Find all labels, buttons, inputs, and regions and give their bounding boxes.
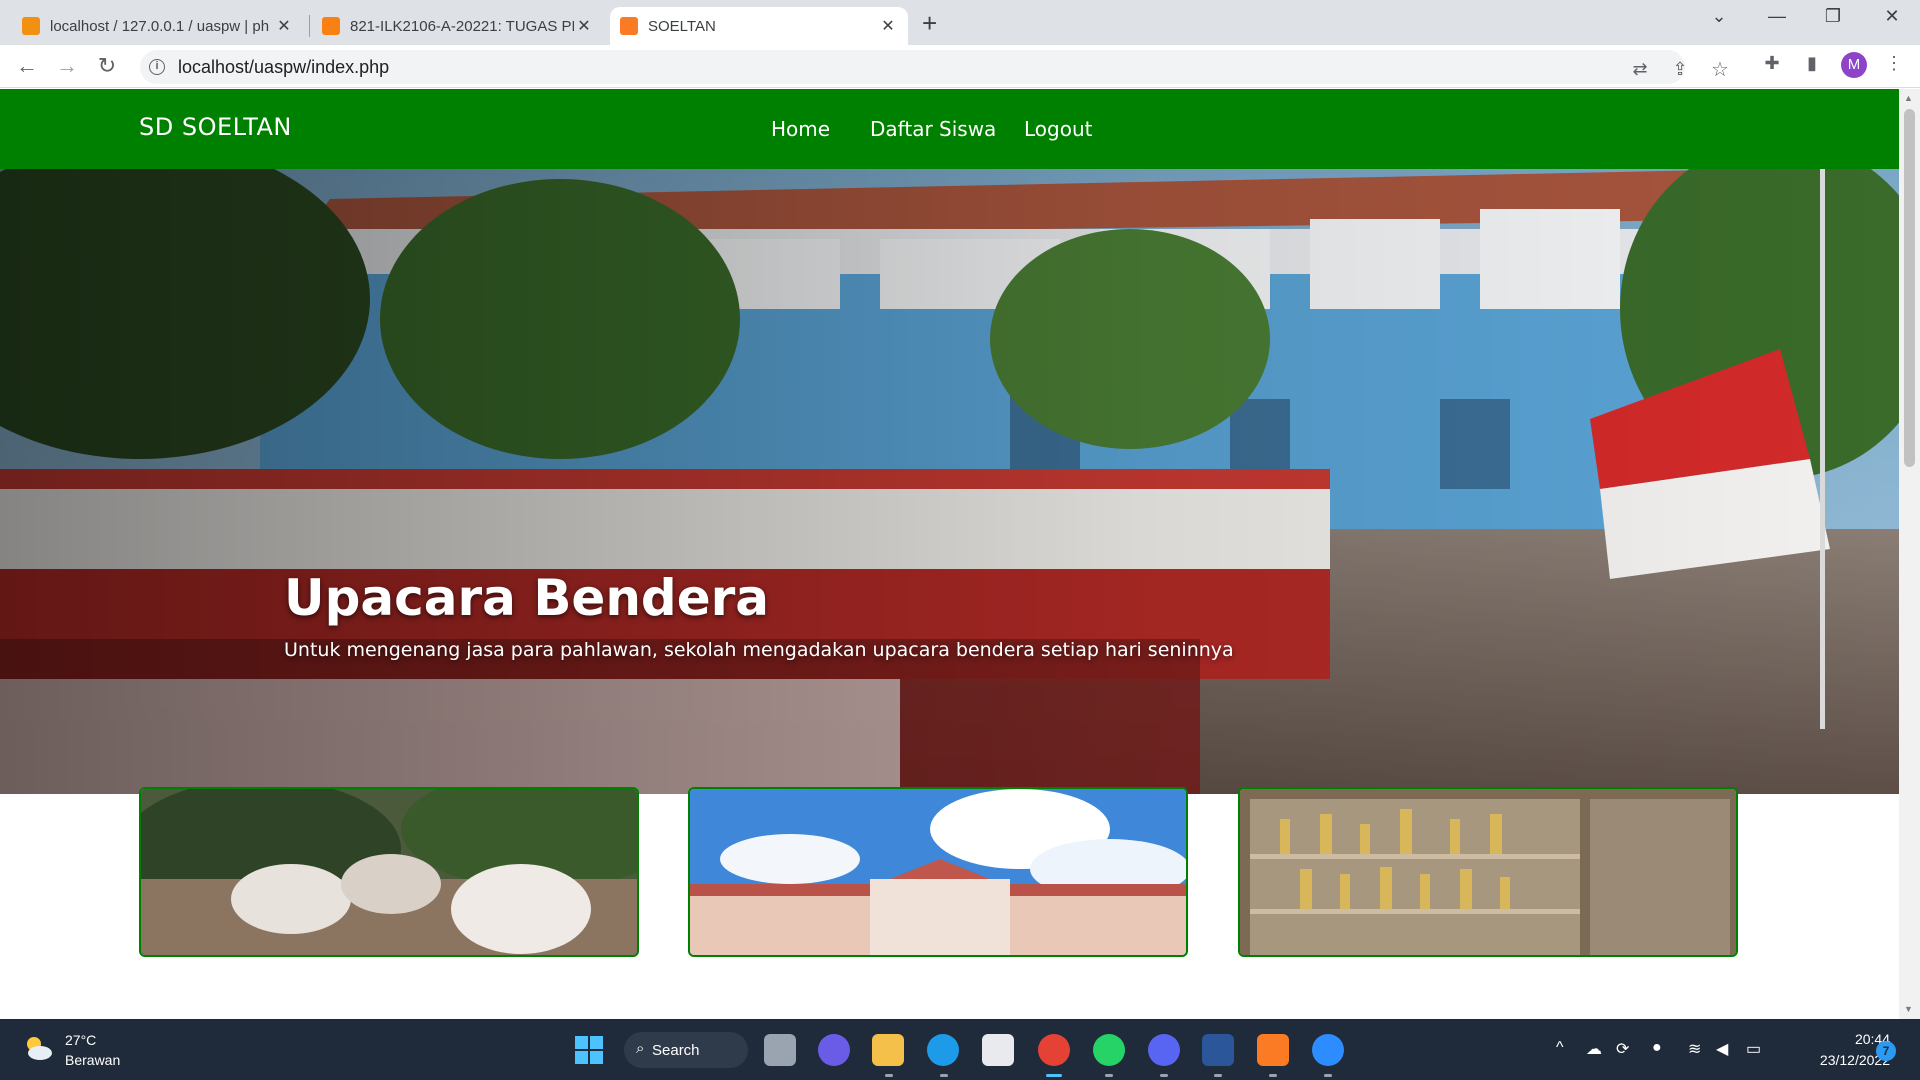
nav-daftar-siswa[interactable]: Daftar Siswa <box>870 117 996 141</box>
url-text: localhost/uaspw/index.php <box>178 56 390 77</box>
nav-logout[interactable]: Logout <box>1024 117 1092 141</box>
tab-soeltan[interactable]: SOELTAN ✕ <box>610 7 908 45</box>
site-brand[interactable]: SD SOELTAN <box>139 113 292 141</box>
hero-carousel: Upacara Bendera Untuk mengenang jasa par… <box>0 169 1899 794</box>
sidepanel-icon[interactable]: ▮ <box>1800 53 1824 74</box>
whatsapp-icon[interactable] <box>1093 1034 1125 1066</box>
new-tab-button[interactable]: + <box>922 8 937 39</box>
edge-icon[interactable] <box>927 1034 959 1066</box>
microphone-icon[interactable]: ● <box>1652 1039 1662 1057</box>
phpmyadmin-icon <box>22 17 40 35</box>
hero-subtitle: Untuk mengenang jasa para pahlawan, seko… <box>284 639 1234 661</box>
tab-moodle[interactable]: 821-ILK2106-A-20221: TUGAS PE ✕ <box>312 7 604 45</box>
battery-icon[interactable]: ▭ <box>1746 1039 1761 1059</box>
volume-icon[interactable]: ◀ <box>1716 1039 1728 1059</box>
file-explorer-icon[interactable] <box>872 1034 904 1066</box>
tab-phpmyadmin[interactable]: localhost / 127.0.0.1 / uaspw | ph ✕ <box>12 7 304 45</box>
onedrive-icon[interactable]: ☁ <box>1586 1039 1602 1059</box>
forward-button[interactable]: → <box>54 53 80 79</box>
weather-temp[interactable]: 27°C <box>65 1032 96 1048</box>
card-image-kegiatan[interactable] <box>139 787 639 957</box>
hero-photo <box>0 169 1899 794</box>
card-image-gedung[interactable] <box>688 787 1188 957</box>
sync-icon[interactable]: ⟳ <box>1616 1039 1629 1059</box>
browser-tabstrip: localhost / 127.0.0.1 / uaspw | ph ✕ 821… <box>0 0 1920 45</box>
cloud-sun-icon[interactable] <box>22 1034 54 1062</box>
translate-icon[interactable]: ⇄ <box>1628 59 1652 80</box>
kebab-menu-icon[interactable]: ⋮ <box>1882 53 1906 74</box>
hero-caption: Upacara Bendera Untuk mengenang jasa par… <box>284 569 1234 661</box>
discord-icon[interactable] <box>1148 1034 1180 1066</box>
back-button[interactable]: ← <box>14 53 40 79</box>
close-window-icon[interactable]: ✕ <box>1877 6 1907 27</box>
store-icon[interactable] <box>982 1034 1014 1066</box>
site-info-icon[interactable]: i <box>149 59 165 75</box>
site-navbar: SD SOELTAN Home Daftar Siswa Logout <box>0 89 1899 169</box>
scrollbar-thumb[interactable] <box>1904 109 1915 467</box>
tab-search-icon[interactable]: ⌄ <box>1704 6 1734 27</box>
restore-icon[interactable]: ❐ <box>1818 6 1848 27</box>
close-icon[interactable]: ✕ <box>274 16 294 36</box>
minimize-icon[interactable]: — <box>1762 6 1792 27</box>
nav-home[interactable]: Home <box>771 117 830 141</box>
browser-toolbar: ← → ↻ i localhost/uaspw/index.php ⇄ ⇪ ☆ <box>0 45 1920 88</box>
hero-title: Upacara Bendera <box>284 569 770 627</box>
notification-badge[interactable]: 7 <box>1876 1041 1896 1061</box>
address-bar[interactable]: i localhost/uaspw/index.php ⇄ ⇪ ☆ <box>140 50 1729 84</box>
card-photo-students <box>141 789 637 955</box>
windows-start-icon[interactable] <box>575 1036 603 1064</box>
avatar[interactable]: M <box>1841 52 1867 78</box>
xampp-icon[interactable] <box>1257 1034 1289 1066</box>
scroll-down-icon[interactable]: ▼ <box>1904 1004 1913 1014</box>
puzzle-icon[interactable]: ✚ <box>1760 53 1784 74</box>
weather-desc[interactable]: Berawan <box>65 1052 120 1068</box>
task-view-icon[interactable] <box>764 1034 796 1066</box>
taskbar-search[interactable]: ⌕ Search <box>624 1032 748 1068</box>
wifi-icon[interactable]: ≋ <box>1688 1039 1701 1059</box>
chrome-icon[interactable] <box>1038 1034 1070 1066</box>
card-image-prestasi[interactable] <box>1238 787 1738 957</box>
teams-chat-icon[interactable] <box>818 1034 850 1066</box>
reload-button[interactable]: ↻ <box>94 53 120 79</box>
moodle-icon <box>322 17 340 35</box>
card-photo-trophies <box>1240 789 1736 955</box>
page-scrollbar[interactable]: ▲ ▼ <box>1899 89 1920 1019</box>
scroll-up-icon[interactable]: ▲ <box>1904 93 1913 103</box>
close-icon[interactable]: ✕ <box>574 16 594 36</box>
word-icon[interactable] <box>1202 1034 1234 1066</box>
close-icon[interactable]: ✕ <box>878 16 898 36</box>
windows-taskbar: 27°C Berawan ⌕ Search ^ ☁ ⟳ ● ≋ ◀ ▭ 20:4… <box>0 1019 1920 1080</box>
chevron-up-icon[interactable]: ^ <box>1556 1039 1564 1057</box>
card-photo-building <box>690 789 1186 955</box>
share-icon[interactable]: ⇪ <box>1668 59 1692 80</box>
star-icon[interactable]: ☆ <box>1708 57 1732 82</box>
clock-date[interactable]: 23/12/2022 <box>1788 1052 1890 1068</box>
zoom-icon[interactable] <box>1312 1034 1344 1066</box>
page-viewport: SD SOELTAN Home Daftar Siswa Logout Upac… <box>0 89 1899 1019</box>
search-icon: ⌕ <box>636 1040 645 1057</box>
xampp-icon <box>620 17 638 35</box>
